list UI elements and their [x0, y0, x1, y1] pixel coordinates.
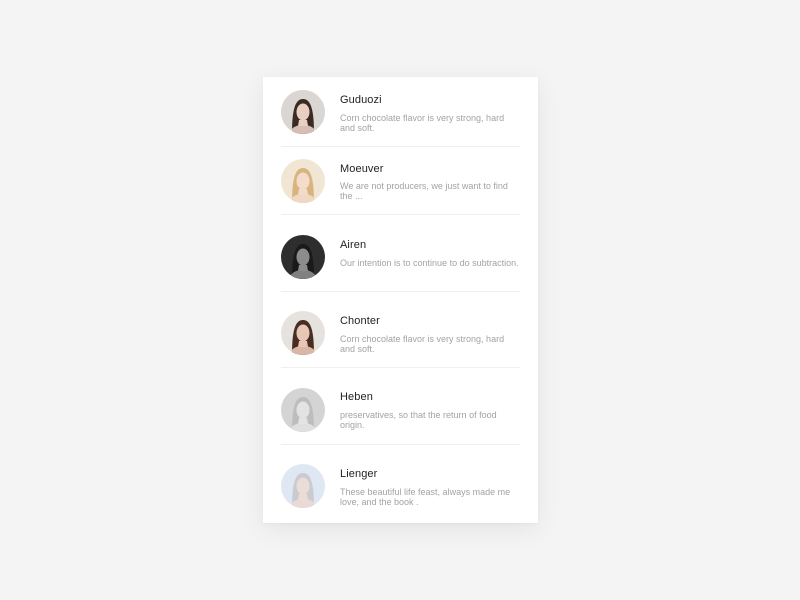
portrait-svg: [281, 159, 325, 203]
list-item-guduozi[interactable]: Guduozi Corn chocolate flavor is very st…: [263, 77, 538, 147]
portrait-hat-icon: [281, 388, 325, 432]
contact-name: Airen: [340, 239, 367, 251]
contact-message: Our intention is to continue to do subtr…: [340, 258, 519, 268]
avatar: [281, 464, 325, 508]
avatar: [281, 90, 325, 134]
contact-list-card: Guduozi Corn chocolate flavor is very st…: [263, 77, 538, 523]
portrait-monochrome-icon: [281, 235, 325, 279]
avatar: [281, 235, 325, 279]
contact-message: Corn chocolate flavor is very strong, ha…: [340, 334, 505, 354]
list-item-moeuver[interactable]: Moeuver We are not producers, we just wa…: [263, 147, 538, 215]
list-item-lienger[interactable]: Lienger These beautiful life feast, alwa…: [263, 445, 538, 523]
portrait-dark-hair-icon: [281, 90, 325, 134]
avatar: [281, 311, 325, 355]
list-item-chonter[interactable]: Chonter Corn chocolate flavor is very st…: [263, 292, 538, 368]
contact-name: Lienger: [340, 468, 378, 480]
portrait-brown-hair-icon: [281, 311, 325, 355]
portrait-svg: [281, 464, 325, 508]
contact-message: These beautiful life feast, always made …: [340, 487, 511, 507]
contact-name: Chonter: [340, 315, 380, 327]
portrait-svg: [281, 311, 325, 355]
portrait-light-hair-icon: [281, 464, 325, 508]
list-item-airen[interactable]: Airen Our intention is to continue to do…: [263, 215, 538, 292]
avatar: [281, 388, 325, 432]
contact-message: Corn chocolate flavor is very strong, ha…: [340, 113, 505, 133]
avatar: [281, 159, 325, 203]
portrait-svg: [281, 235, 325, 279]
contact-message: preservatives, so that the return of foo…: [340, 410, 497, 430]
contact-name: Heben: [340, 391, 373, 403]
list-item-heben[interactable]: Heben preservatives, so that the return …: [263, 368, 538, 445]
contact-name: Guduozi: [340, 94, 382, 106]
contact-message: We are not producers, we just want to fi…: [340, 181, 508, 201]
contact-list: Guduozi Corn chocolate flavor is very st…: [263, 77, 538, 523]
contact-name: Moeuver: [340, 163, 384, 175]
portrait-svg: [281, 90, 325, 134]
portrait-blonde-hair-icon: [281, 159, 325, 203]
portrait-svg: [281, 388, 325, 432]
